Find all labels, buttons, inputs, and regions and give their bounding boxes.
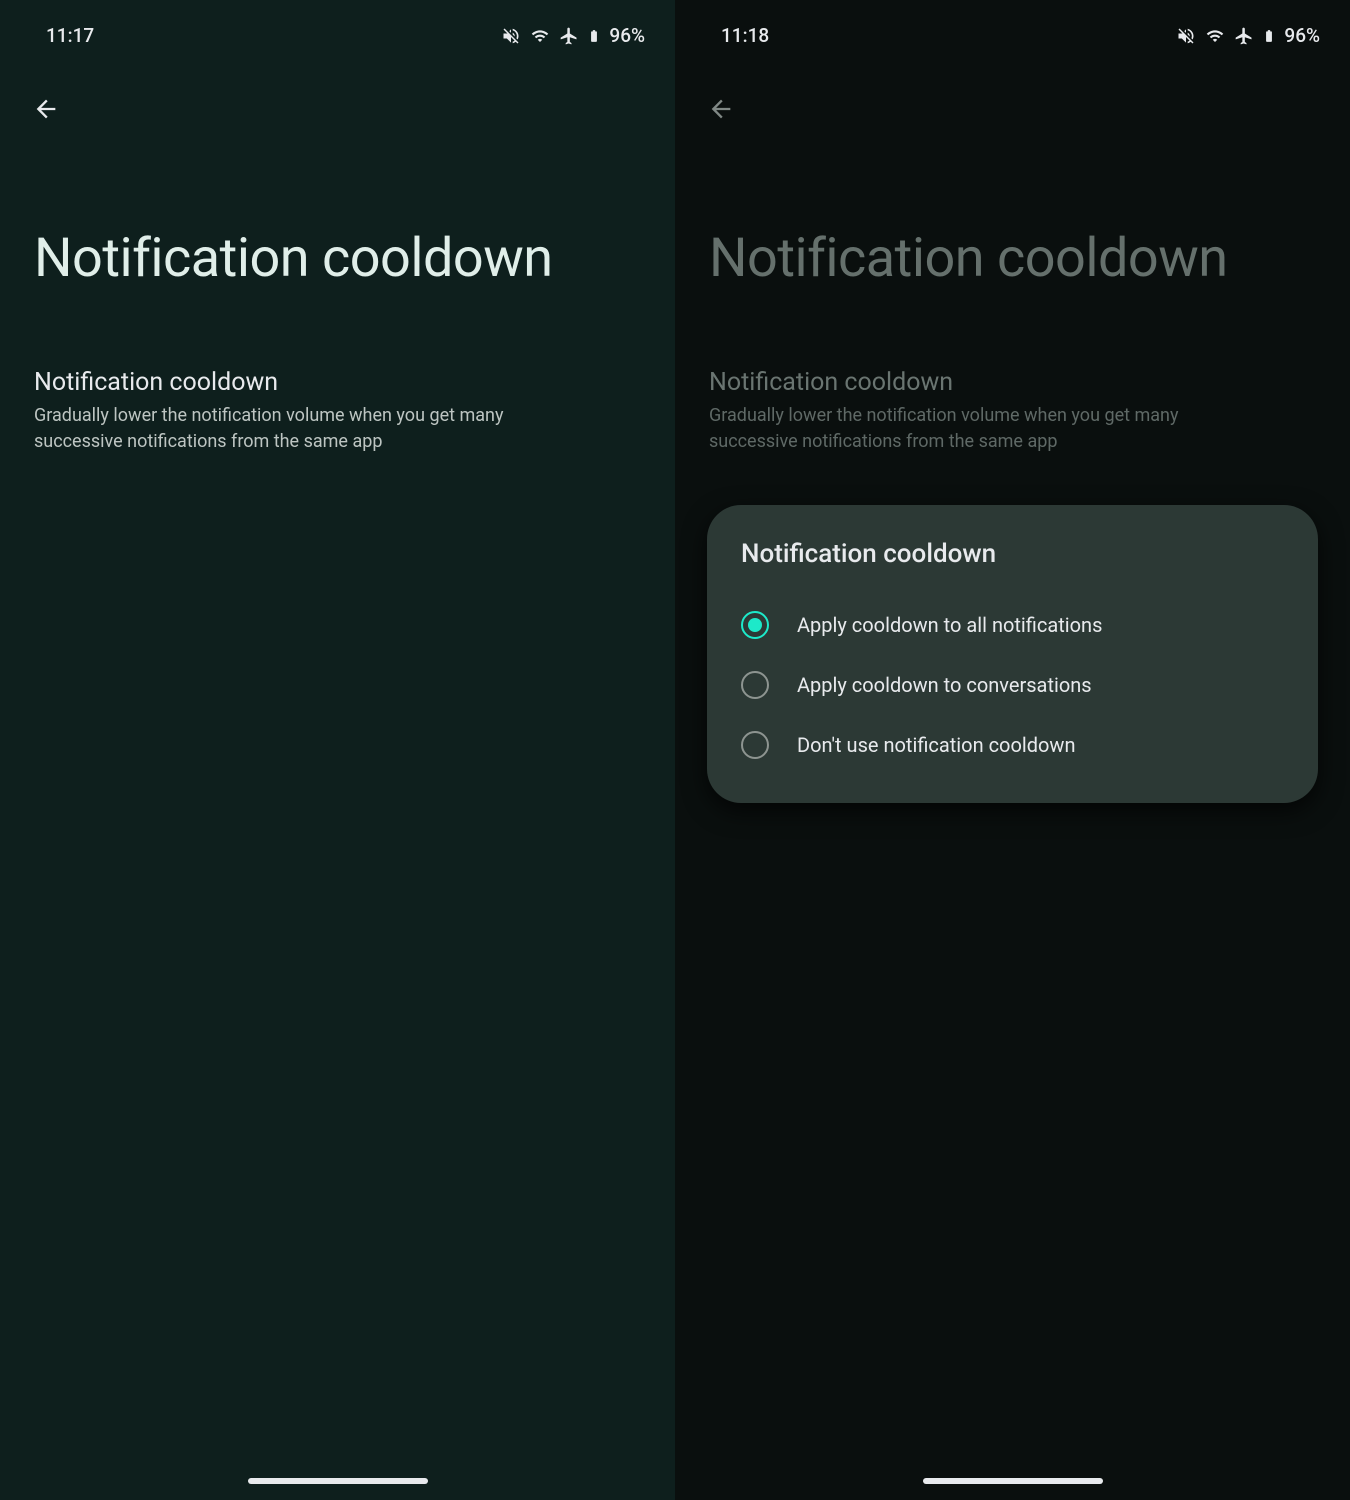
battery-icon [1262,25,1276,47]
status-icons: 96% [501,24,645,47]
screen-right: 11:18 96% Notification cooldown Notifica… [675,0,1350,1500]
status-bar: 11:17 96% [0,0,675,59]
status-icons: 96% [1176,24,1320,47]
status-bar: 11:18 96% [675,0,1350,59]
options-dialog: Notification cooldown Apply cooldown to … [707,505,1318,803]
page-title: Notification cooldown [0,139,675,288]
battery-percent: 96% [1284,24,1320,47]
radio-icon [741,671,769,699]
back-button[interactable] [26,89,66,129]
arrow-back-icon [32,95,60,123]
radio-label: Apply cooldown to all notifications [797,613,1102,637]
status-time: 11:17 [46,24,94,47]
setting-item-title: Notification cooldown [709,368,1316,397]
status-time: 11:18 [721,24,769,47]
setting-item-title: Notification cooldown [34,368,641,397]
nav-handle[interactable] [923,1478,1103,1484]
airplane-icon [1234,26,1254,46]
dialog-title: Notification cooldown [735,539,1290,569]
page-title: Notification cooldown [675,139,1350,288]
wifi-icon [1204,27,1226,45]
screen-left: 11:17 96% Notification cooldown Notifica… [0,0,675,1500]
airplane-icon [559,26,579,46]
setting-item[interactable]: Notification cooldown Gradually lower th… [0,288,675,453]
radio-option-all[interactable]: Apply cooldown to all notifications [735,595,1290,655]
volume-mute-icon [501,26,521,46]
back-button[interactable] [701,89,741,129]
radio-option-conversations[interactable]: Apply cooldown to conversations [735,655,1290,715]
volume-mute-icon [1176,26,1196,46]
radio-label: Don't use notification cooldown [797,733,1076,757]
battery-percent: 96% [609,24,645,47]
battery-icon [587,25,601,47]
setting-item: Notification cooldown Gradually lower th… [675,288,1350,453]
radio-option-none[interactable]: Don't use notification cooldown [735,715,1290,775]
nav-handle[interactable] [248,1478,428,1484]
arrow-back-icon [707,95,735,123]
setting-item-desc: Gradually lower the notification volume … [34,403,592,453]
setting-item-desc: Gradually lower the notification volume … [709,403,1267,453]
radio-label: Apply cooldown to conversations [797,673,1092,697]
radio-icon [741,731,769,759]
radio-icon [741,611,769,639]
wifi-icon [529,27,551,45]
